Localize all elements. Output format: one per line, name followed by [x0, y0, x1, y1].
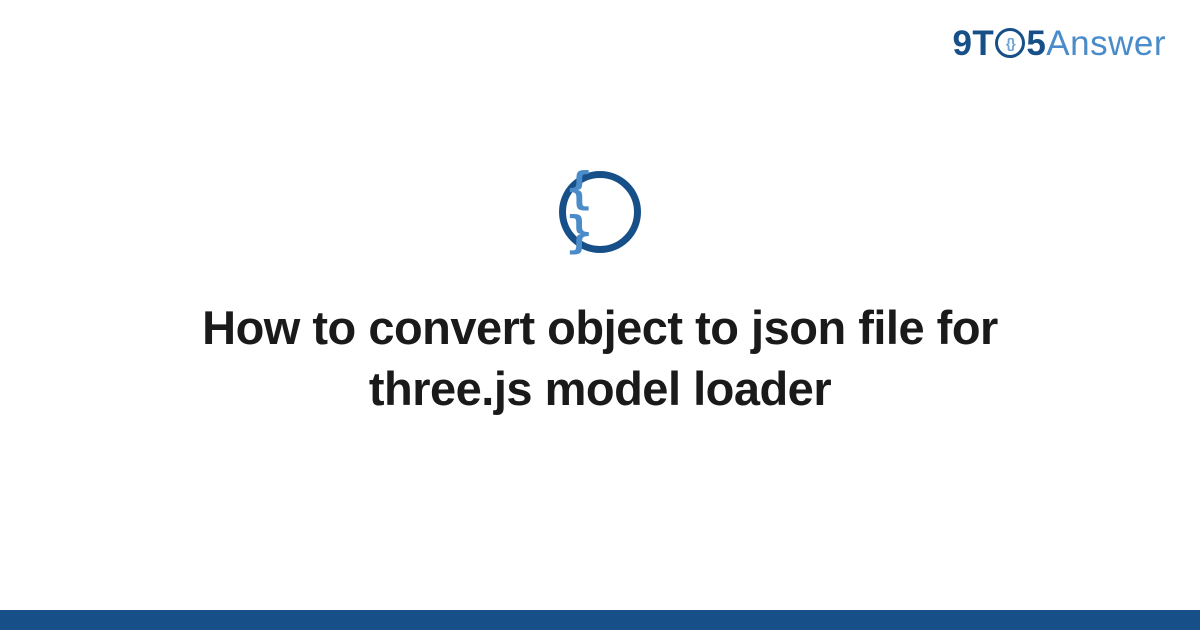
footer-accent-bar [0, 610, 1200, 630]
page-title: How to convert object to json file for t… [140, 297, 1060, 419]
braces-icon: { } [566, 167, 634, 255]
main-content: { } How to convert object to json file f… [0, 0, 1200, 610]
topic-icon: { } [559, 171, 641, 253]
